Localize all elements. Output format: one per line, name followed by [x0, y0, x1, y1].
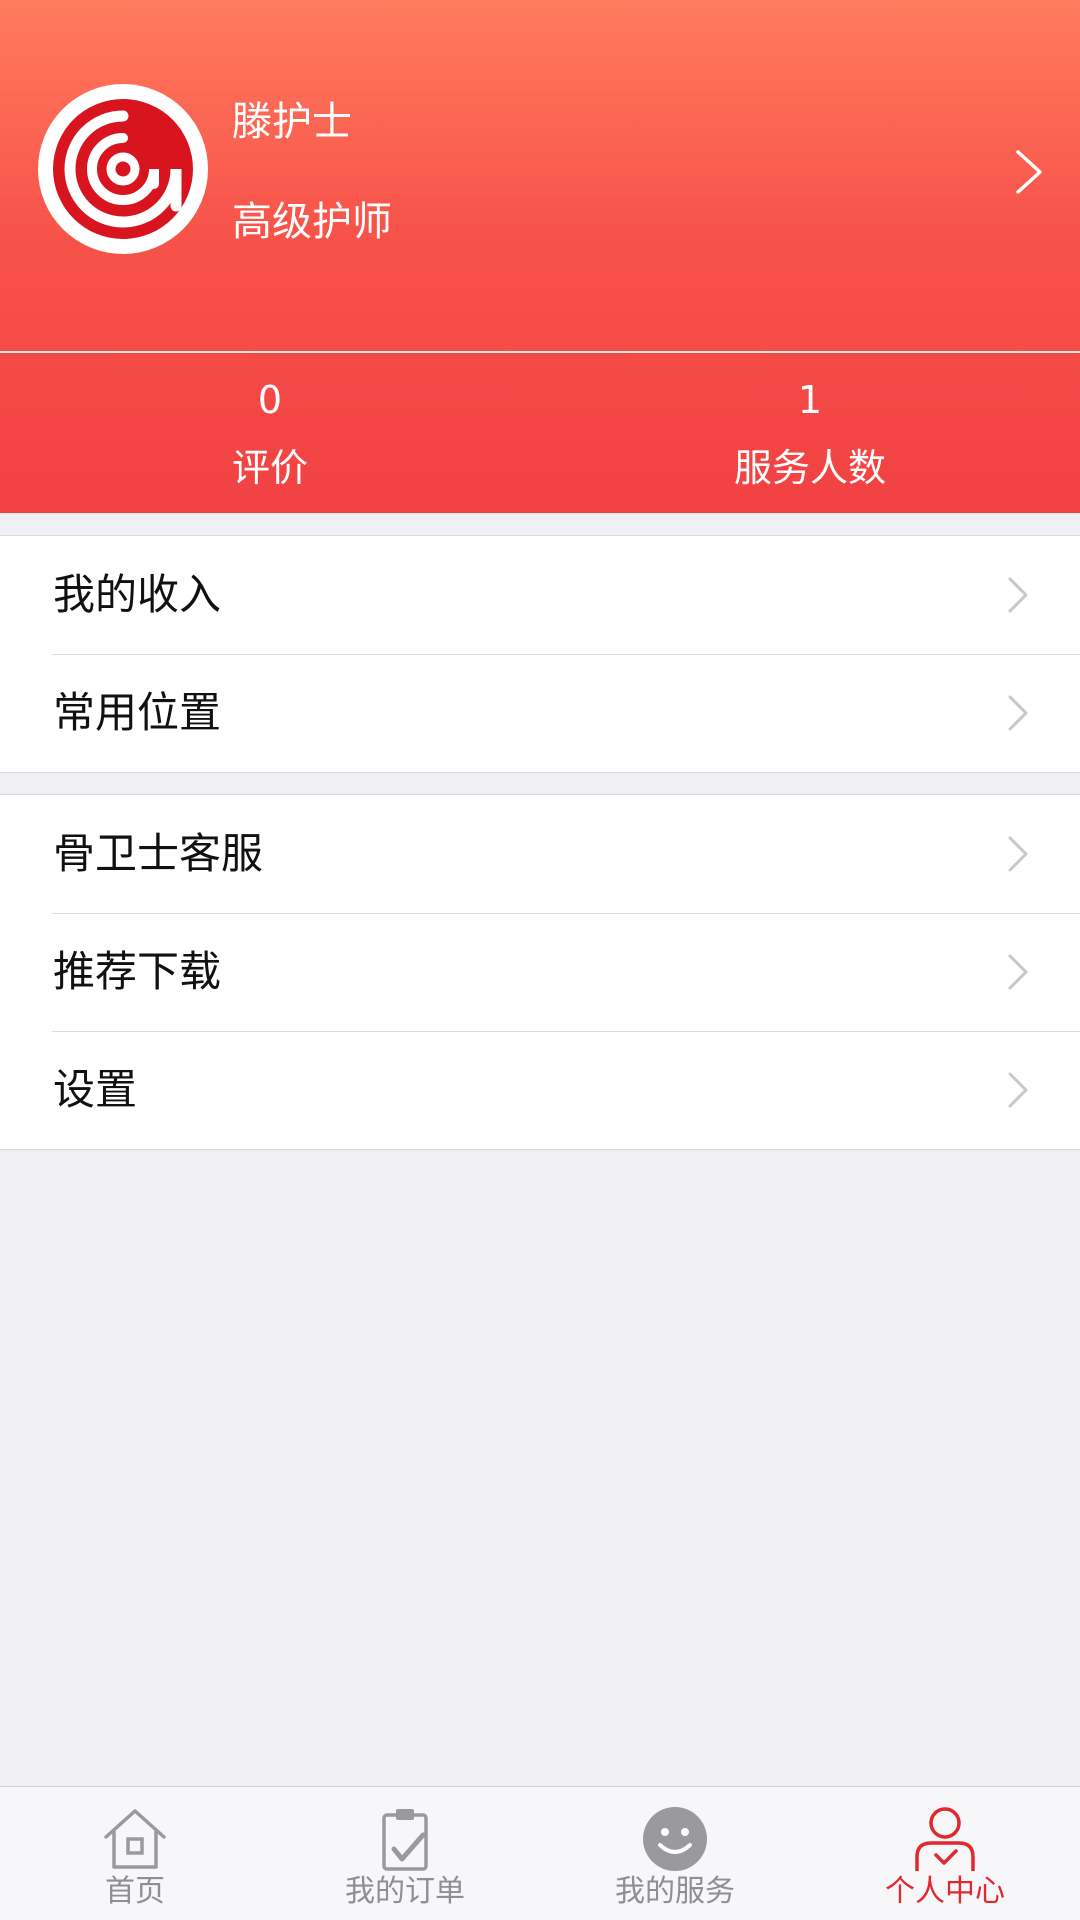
header-divider [0, 351, 1080, 353]
brand-logo-icon [53, 99, 193, 239]
tab-home[interactable]: 首页 [0, 1787, 270, 1920]
profile-header: 滕护士 高级护师 0 评价 1 服务人数 [0, 0, 1080, 513]
tab-my-orders[interactable]: 我的订单 [270, 1787, 540, 1920]
menu-group-2: 骨卫士客服 推荐下载 设置 [0, 794, 1080, 1150]
tab-my-services-label: 我的服务 [615, 1874, 735, 1909]
chevron-right-icon [1016, 150, 1042, 194]
menu-item-label: 我的收入 [53, 570, 222, 619]
profile-page: 滕护士 高级护师 0 评价 1 服务人数 我的收入 常用位置 骨卫士客服 推荐下… [0, 0, 1080, 1920]
menu-item-locations[interactable]: 常用位置 [0, 654, 1080, 772]
home-icon [104, 1809, 166, 1869]
profile-icon [915, 1807, 975, 1871]
stat-reviews-value: 0 [257, 378, 283, 422]
clipboard-icon [382, 1809, 428, 1871]
menu-item-label: 骨卫士客服 [53, 829, 264, 878]
user-title: 高级护师 [232, 199, 392, 245]
stat-served-value: 1 [797, 378, 823, 422]
menu-item-settings[interactable]: 设置 [0, 1031, 1080, 1149]
menu-item-label: 常用位置 [53, 688, 222, 737]
stat-served-count[interactable]: 1 服务人数 [540, 372, 1080, 496]
stat-served-label: 服务人数 [733, 446, 886, 490]
menu-group-1: 我的收入 常用位置 [0, 535, 1080, 773]
menu-item-label: 推荐下载 [53, 947, 222, 996]
stat-reviews-label: 评价 [231, 446, 308, 490]
chevron-right-icon [1008, 577, 1028, 613]
chevron-right-icon [1008, 836, 1028, 872]
tab-my-orders-label: 我的订单 [345, 1874, 465, 1909]
chevron-right-icon [1008, 954, 1028, 990]
user-name: 滕护士 [232, 99, 352, 145]
tab-bar: 首页 我的订单 我的服务 个人中心 [0, 1786, 1080, 1920]
tab-my-services[interactable]: 我的服务 [540, 1787, 810, 1920]
chevron-right-icon [1008, 1072, 1028, 1108]
menu-item-recommend-download[interactable]: 推荐下载 [0, 913, 1080, 1031]
tab-home-label: 首页 [105, 1874, 165, 1909]
tab-personal-center-label: 个人中心 [885, 1874, 1005, 1909]
menu-item-customer-service[interactable]: 骨卫士客服 [0, 795, 1080, 913]
stat-reviews[interactable]: 0 评价 [0, 372, 540, 496]
menu-item-label: 设置 [53, 1065, 138, 1114]
tab-personal-center[interactable]: 个人中心 [810, 1787, 1080, 1920]
avatar [38, 84, 208, 254]
smiley-icon [643, 1807, 707, 1871]
chevron-right-icon [1008, 695, 1028, 731]
menu-item-income[interactable]: 我的收入 [0, 536, 1080, 654]
profile-summary[interactable]: 滕护士 高级护师 [0, 0, 1080, 351]
